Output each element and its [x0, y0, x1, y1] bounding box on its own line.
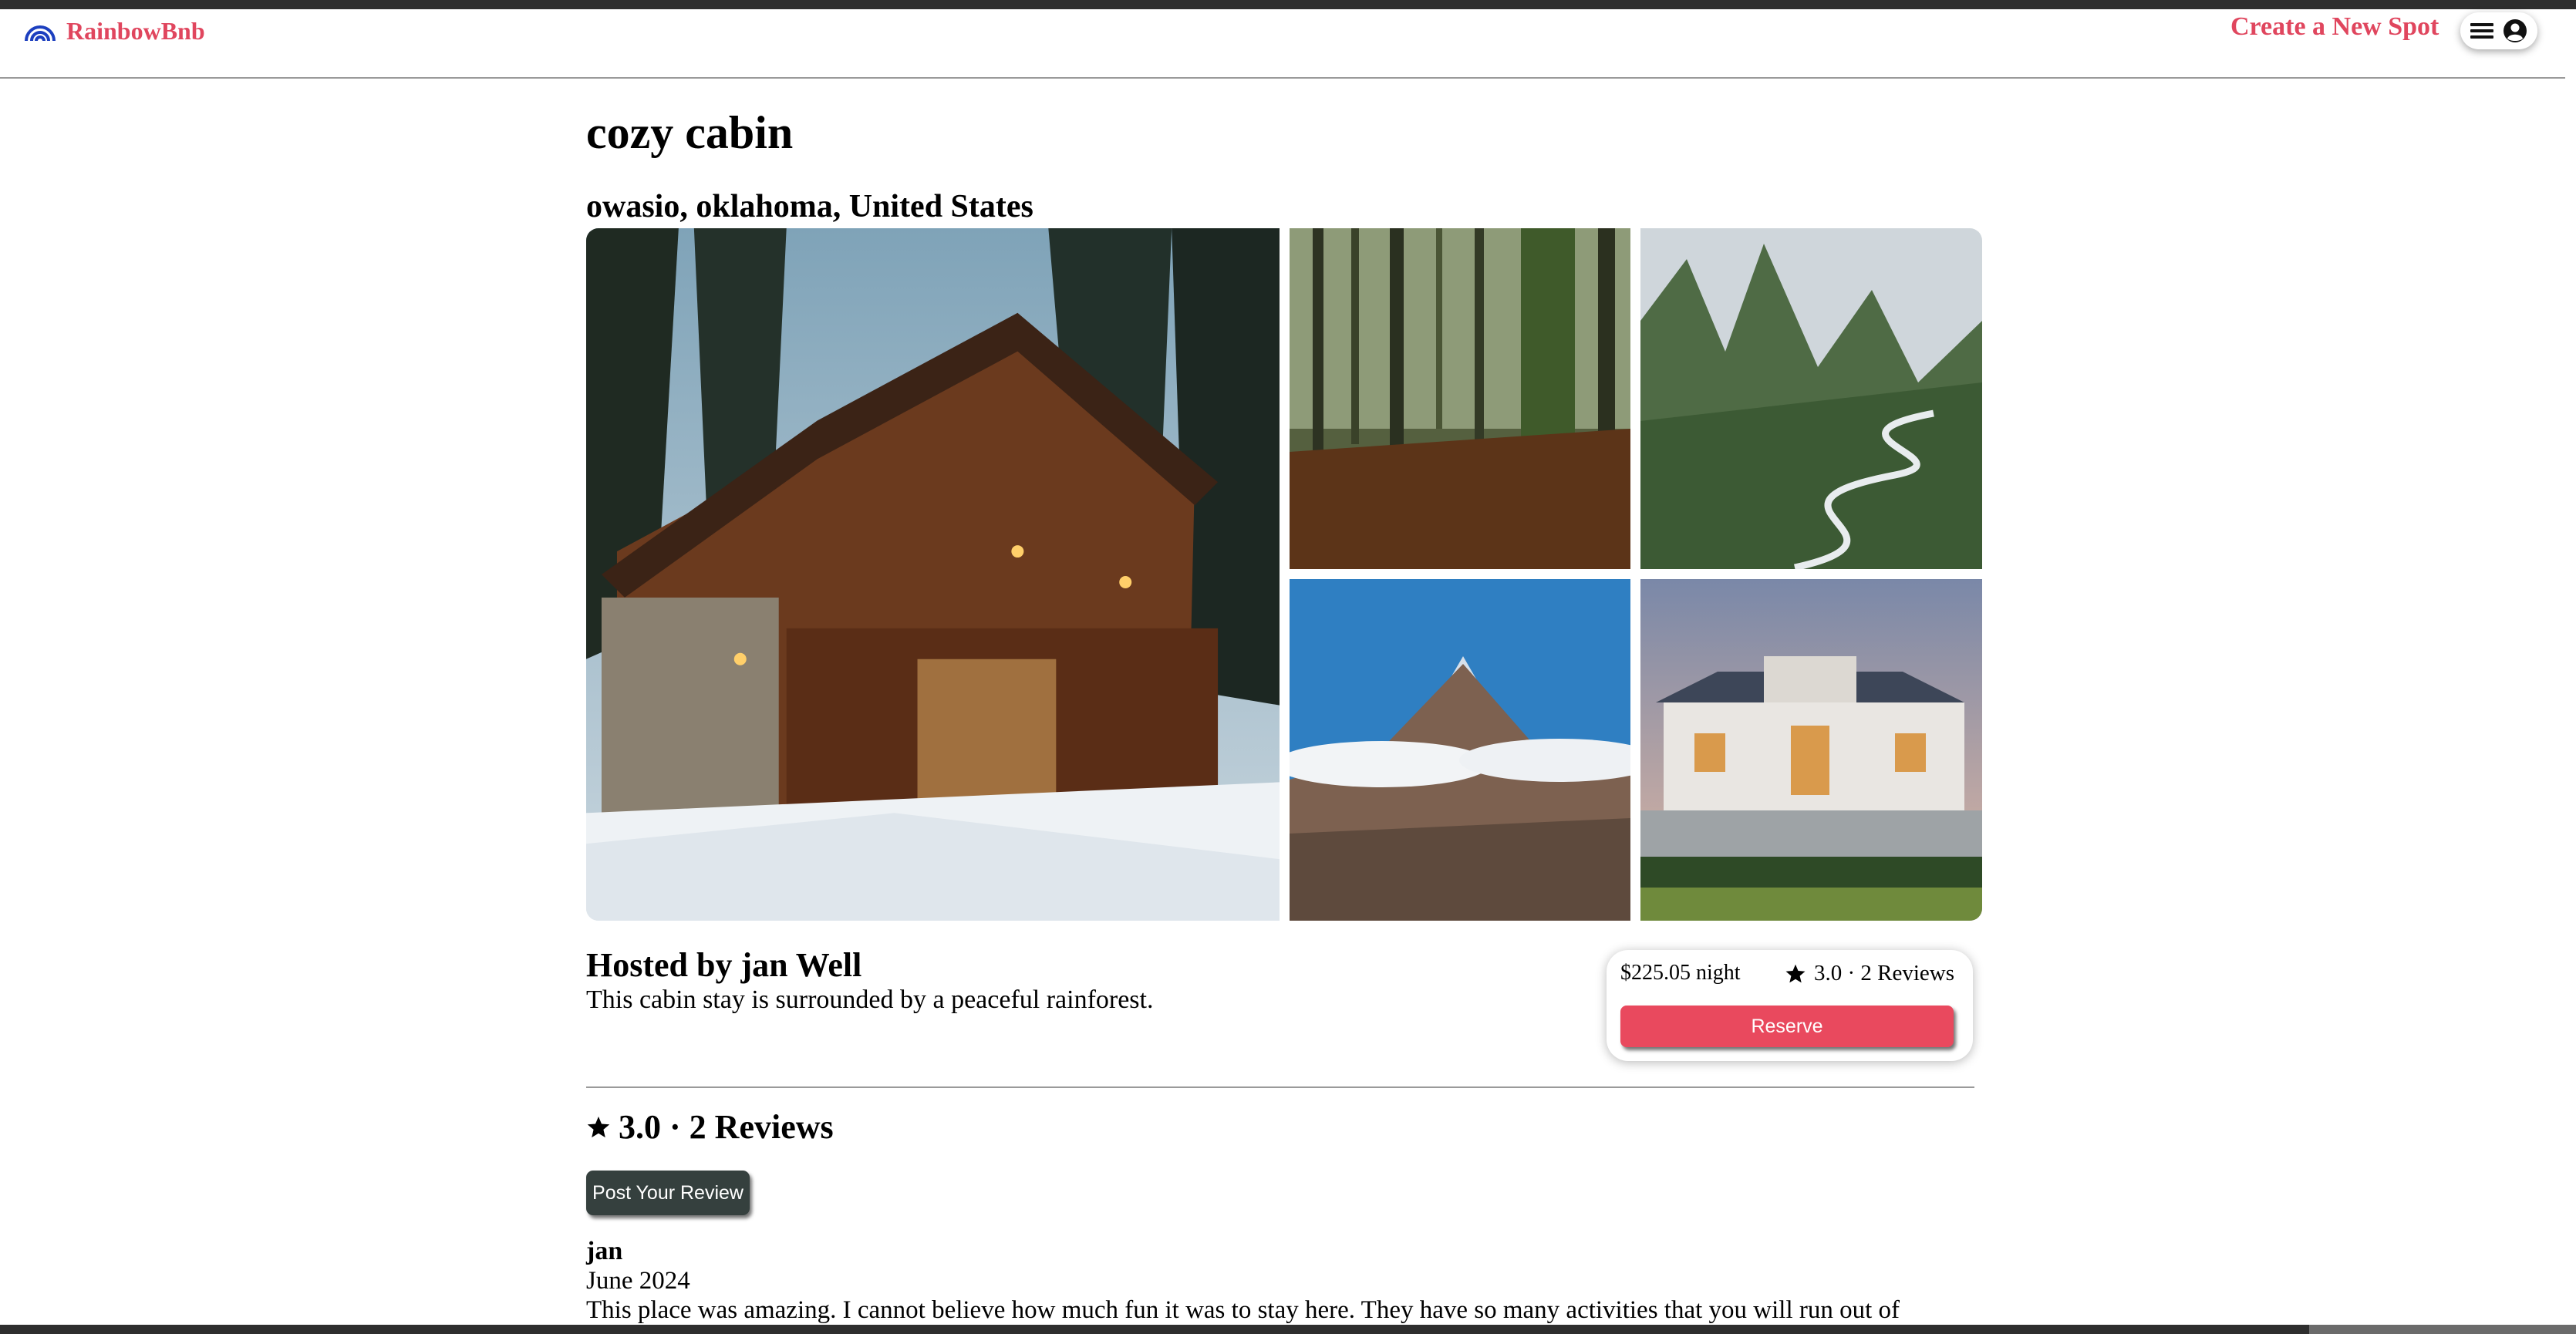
user-circle-icon	[2504, 19, 2527, 42]
review-text: This place was amazing. I cannot believe…	[586, 1296, 1900, 1324]
main-image	[586, 228, 1280, 921]
gallery-image-mountain-road	[1640, 228, 1982, 569]
rainbow-logo-icon	[25, 25, 56, 41]
window-bottom-bar	[0, 1325, 2576, 1334]
section-divider	[586, 1086, 1974, 1088]
host-heading: Hosted by jan Well	[586, 946, 862, 984]
gallery-image-forest	[1290, 228, 1630, 569]
review-author: jan	[586, 1237, 623, 1265]
gallery-image-snowy-peak	[1290, 579, 1630, 921]
reserve-callout-box: $225.05 night 3.0 · 2 Reviews Reserve	[1607, 950, 1973, 1061]
create-new-spot-link[interactable]: Create a New Spot	[2230, 12, 2439, 42]
callout-rating-text: 3.0 · 2 Reviews	[1813, 961, 1954, 985]
callout-rating: 3.0 · 2 Reviews	[1785, 961, 1954, 986]
post-review-button[interactable]: Post Your Review	[586, 1171, 750, 1215]
price-per-night: $225.05 night	[1620, 961, 1741, 985]
reviews-summary-heading: 3.0 · 2 Reviews	[586, 1107, 834, 1147]
hamburger-menu-icon	[2470, 23, 2493, 39]
home-logo-link[interactable]: RainbowBnb	[23, 17, 205, 45]
spot-description: This cabin stay is surrounded by a peace…	[586, 985, 1154, 1014]
spot-location: owasio, oklahoma, United States	[586, 189, 1033, 224]
window-top-bar	[0, 0, 2576, 9]
spot-title: cozy cabin	[586, 107, 794, 158]
reserve-button[interactable]: Reserve	[1620, 1006, 1954, 1047]
profile-menu-button[interactable]	[2460, 12, 2537, 49]
horizontal-scrollbar-thumb[interactable]	[2309, 1325, 2576, 1334]
gallery-image-mansion	[1640, 579, 1982, 921]
navigation-bar: RainbowBnb Create a New Spot	[0, 9, 2565, 79]
logo-text: RainbowBnb	[66, 17, 205, 45]
star-icon	[1785, 964, 1806, 982]
star-icon	[587, 1116, 610, 1137]
review-item: jan June 2024 This place was amazing. I …	[586, 1237, 1900, 1325]
reviews-summary-text: 3.0 · 2 Reviews	[619, 1108, 834, 1146]
image-gallery	[586, 228, 1982, 921]
review-date: June 2024	[586, 1267, 690, 1295]
